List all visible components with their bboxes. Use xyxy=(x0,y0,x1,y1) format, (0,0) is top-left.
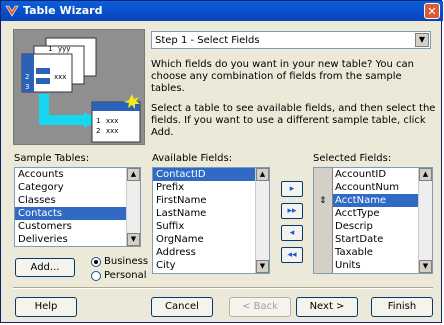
step-select[interactable]: Step 1 - Select Fields ▼ xyxy=(151,31,431,49)
scroll-down-icon[interactable]: ▼ xyxy=(127,233,140,246)
table-illustration-image xyxy=(21,37,141,143)
row-selector-column xyxy=(314,168,333,273)
list-item[interactable]: Address xyxy=(153,246,269,259)
title-bar[interactable]: Table Wizard ✕ xyxy=(1,1,443,21)
add-table-button[interactable]: Add... xyxy=(15,258,75,277)
list-item[interactable]: City xyxy=(153,259,269,272)
illus-row-text: xxx xyxy=(106,127,119,135)
description-paragraph: Which fields do you want in your new tab… xyxy=(151,59,414,94)
list-item[interactable]: Classes xyxy=(15,194,140,207)
scroll-up-icon[interactable]: ▲ xyxy=(256,168,269,181)
add-all-fields-button[interactable]: ▸▸ xyxy=(281,203,303,219)
list-item[interactable]: Accounts xyxy=(15,168,140,181)
business-radio[interactable] xyxy=(91,257,101,267)
available-fields-list[interactable]: ContactID Prefix FirstName LastName Suff… xyxy=(152,167,270,274)
remove-field-button[interactable]: ◂ xyxy=(281,225,303,241)
list-item[interactable]: Prefix xyxy=(153,181,269,194)
scroll-down-icon[interactable]: ▼ xyxy=(256,260,269,273)
close-button[interactable]: ✕ xyxy=(424,3,440,19)
illus-row-label: 2 xyxy=(96,127,101,135)
back-button[interactable]: < Back xyxy=(229,297,291,317)
list-item[interactable]: Deliveries xyxy=(15,233,140,246)
row-move-handle-icon[interactable]: ⇕ xyxy=(319,195,327,207)
add-field-button[interactable]: ▸ xyxy=(281,181,303,197)
list-item[interactable]: LastName xyxy=(153,207,269,220)
footer-separator xyxy=(13,287,433,289)
list-item[interactable]: Contacts xyxy=(15,207,140,220)
window-title: Table Wizard xyxy=(23,4,103,17)
list-item[interactable]: FirstName xyxy=(153,194,269,207)
scrollbar[interactable]: ▲ ▼ xyxy=(255,168,269,273)
list-item[interactable]: Category xyxy=(15,181,140,194)
scroll-up-icon[interactable]: ▲ xyxy=(419,168,432,181)
personal-radio[interactable] xyxy=(91,271,101,281)
list-item[interactable]: Suffix xyxy=(153,220,269,233)
chevron-down-icon[interactable]: ▼ xyxy=(415,33,429,47)
table-wizard-window: Table Wizard ✕ 1 yyy 2 3 xxx 1 xxx 2 xxx… xyxy=(0,0,443,323)
remove-all-fields-button[interactable]: ◂◂ xyxy=(281,247,303,263)
business-radio-label: Business xyxy=(104,256,149,267)
available-fields-label: Available Fields: xyxy=(152,153,233,164)
wizard-illustration: 1 yyy 2 3 xxx 1 xxx 2 xxx xyxy=(13,29,145,145)
app-icon xyxy=(5,5,19,17)
illus-row-label: 1 xyxy=(48,45,53,53)
selected-fields-list[interactable]: AccountID AccountNum AcctName AcctType D… xyxy=(313,167,433,274)
illus-row-text: yyy xyxy=(58,45,71,53)
sample-tables-label: Sample Tables: xyxy=(14,153,90,164)
next-button[interactable]: Next > xyxy=(296,297,358,317)
help-button[interactable]: Help xyxy=(15,297,77,317)
selected-fields-label: Selected Fields: xyxy=(313,153,392,164)
scroll-down-icon[interactable]: ▼ xyxy=(419,260,432,273)
step-select-value: Step 1 - Select Fields xyxy=(155,35,260,46)
scrollbar[interactable]: ▲ ▼ xyxy=(418,168,432,273)
list-item[interactable]: OrgName xyxy=(153,233,269,246)
illus-row-text: xxx xyxy=(54,73,67,81)
wizard-description: Which fields do you want in your new tab… xyxy=(151,59,436,147)
scrollbar[interactable]: ▲ ▼ xyxy=(126,168,140,246)
scroll-up-icon[interactable]: ▲ xyxy=(127,168,140,181)
description-paragraph: Select a table to see available fields, … xyxy=(151,103,436,138)
sample-tables-list[interactable]: Accounts Category Classes Contacts Custo… xyxy=(14,167,141,247)
cancel-button[interactable]: Cancel xyxy=(151,297,213,317)
list-item[interactable]: Customers xyxy=(15,220,140,233)
finish-button[interactable]: Finish xyxy=(371,297,433,317)
personal-radio-label: Personal xyxy=(104,270,147,281)
illus-row-label: 3 xyxy=(25,83,30,91)
list-item[interactable]: ContactID xyxy=(153,168,269,181)
